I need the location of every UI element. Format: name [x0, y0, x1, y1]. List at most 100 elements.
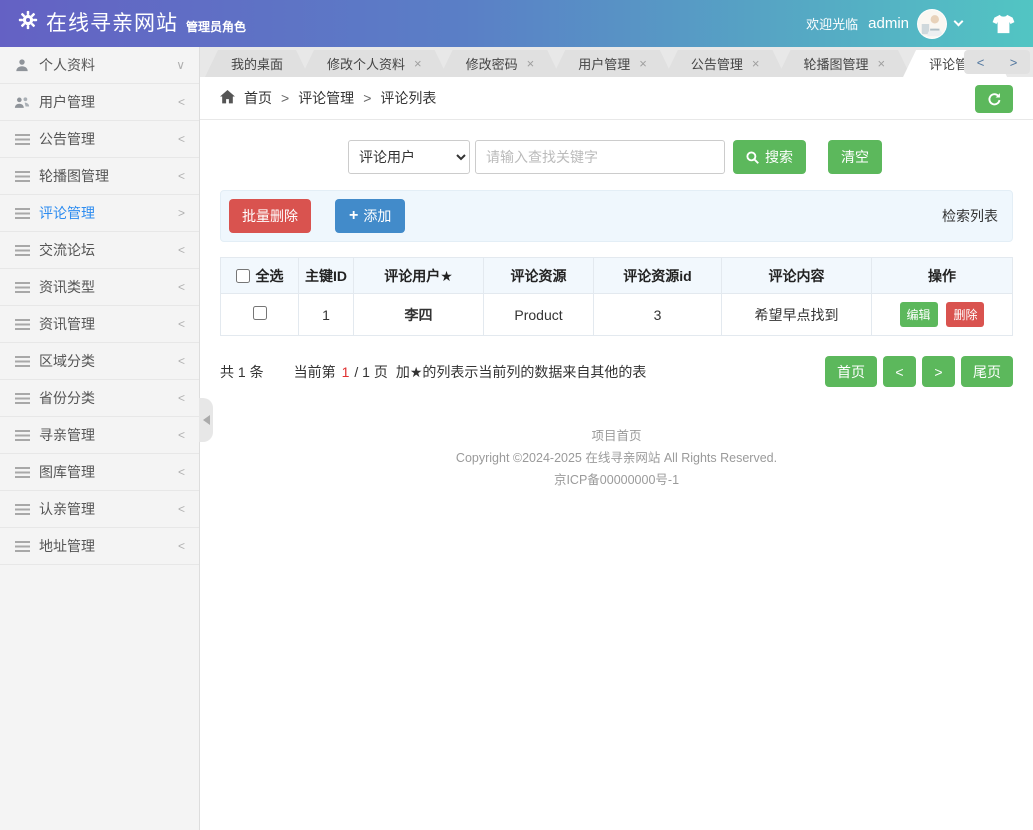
pagination-total: 共 1 条	[220, 363, 264, 380]
sidebar-item-label: 寻亲管理	[39, 427, 95, 443]
close-icon[interactable]: ×	[414, 57, 422, 70]
clear-button[interactable]: 清空	[828, 140, 882, 174]
sidebar-item-comment-mgmt[interactable]: 评论管理 >	[0, 195, 199, 232]
first-page-button[interactable]: 首页	[825, 356, 877, 387]
sidebar-item-family-search-mgmt[interactable]: 寻亲管理 <	[0, 417, 199, 454]
header-resource-id: 评论资源id	[593, 257, 722, 294]
search-icon	[746, 150, 759, 164]
tab-label: 轮播图管理	[803, 57, 869, 72]
site-footer: 项目首页 Copyright ©2024-2025 在线寻亲网站 All Rig…	[220, 425, 1013, 491]
breadcrumb-home[interactable]: 首页	[244, 88, 272, 108]
collapse-arrow-icon	[202, 415, 210, 425]
tab-label: 用户管理	[578, 57, 631, 72]
cell-resource-id: 3	[593, 293, 722, 336]
list-icon	[14, 170, 30, 182]
search-button-label: 搜索	[765, 149, 793, 165]
chevron-icon: <	[177, 354, 185, 368]
sidebar-collapse-handle[interactable]	[199, 398, 213, 442]
last-page-button[interactable]: 尾页	[961, 356, 1013, 387]
sidebar-item-gallery-mgmt[interactable]: 图库管理 <	[0, 454, 199, 491]
panel-title: 检索列表	[942, 208, 998, 224]
tab-my-desktop[interactable]: 我的桌面	[205, 50, 309, 77]
user-area: 欢迎光临 admin	[806, 8, 1015, 39]
brand: 在线寻亲网站 管理员角色	[18, 10, 246, 37]
gear-icon	[18, 10, 38, 35]
cell-id: 1	[298, 293, 354, 336]
pagination-current-prefix: 当前第	[293, 363, 336, 380]
tab-carousel-mgmt[interactable]: 轮播图管理 ×	[777, 50, 911, 77]
add-button[interactable]: + 添加	[335, 199, 406, 233]
sidebar-item-province-category[interactable]: 省份分类 <	[0, 380, 199, 417]
sidebar-item-address-mgmt[interactable]: 地址管理 <	[0, 528, 199, 565]
close-icon[interactable]: ×	[752, 57, 760, 70]
close-icon[interactable]: ×	[527, 57, 535, 70]
avatar[interactable]	[917, 8, 947, 39]
list-icon	[14, 281, 30, 293]
list-icon	[14, 429, 30, 441]
role-label: 管理员角色	[186, 20, 247, 34]
breadcrumb-section[interactable]: 评论管理	[298, 88, 354, 108]
refresh-button[interactable]	[975, 85, 1013, 113]
tab-user-mgmt[interactable]: 用户管理 ×	[552, 50, 673, 77]
sidebar-item-news-type[interactable]: 资讯类型 <	[0, 269, 199, 306]
chevron-icon: <	[177, 280, 185, 294]
next-page-button[interactable]: >	[922, 356, 955, 387]
tab-edit-profile[interactable]: 修改个人资料 ×	[301, 50, 448, 77]
chevron-icon: <	[177, 317, 185, 331]
chevron-icon: <	[177, 539, 185, 553]
search-form: 评论用户 搜索 清空	[348, 140, 1013, 174]
users-icon	[14, 96, 30, 109]
search-field-select[interactable]: 评论用户	[348, 140, 470, 174]
tab-scroll-left-icon[interactable]: <	[971, 55, 991, 70]
sidebar-item-carousel-mgmt[interactable]: 轮播图管理 <	[0, 158, 199, 195]
sidebar-item-label: 轮播图管理	[39, 168, 109, 184]
sidebar-item-region-category[interactable]: 区域分类 <	[0, 343, 199, 380]
header-id: 主键ID	[298, 257, 354, 294]
sidebar-item-forum[interactable]: 交流论坛 <	[0, 232, 199, 269]
breadcrumb-separator: >	[363, 90, 372, 106]
row-checkbox[interactable]	[252, 306, 267, 320]
tab-notice-mgmt[interactable]: 公告管理 ×	[665, 50, 786, 77]
header-comment-user: 评论用户★	[353, 257, 484, 294]
close-icon[interactable]: ×	[639, 57, 647, 70]
username[interactable]: admin	[868, 15, 909, 32]
page-body: 评论用户 搜索 清空 批量删除 + 添加 检	[200, 120, 1033, 830]
toolbar-panel: 批量删除 + 添加 检索列表	[220, 190, 1013, 242]
breadcrumb: 首页 > 评论管理 > 评论列表	[200, 77, 1033, 120]
select-all-checkbox[interactable]	[235, 268, 250, 283]
close-icon[interactable]: ×	[877, 57, 885, 70]
top-bar: 在线寻亲网站 管理员角色 欢迎光临 admin	[0, 0, 1033, 47]
sidebar-item-personal-info[interactable]: 个人资料 ∨	[0, 47, 199, 84]
batch-delete-button[interactable]: 批量删除	[229, 199, 311, 233]
sidebar-item-news-mgmt[interactable]: 资讯管理 <	[0, 306, 199, 343]
theme-tshirt-icon[interactable]	[992, 14, 1015, 34]
table-row: 1 李四 Product 3 希望早点找到 编辑 删除	[220, 293, 1013, 336]
prev-page-button[interactable]: <	[883, 356, 916, 387]
search-button[interactable]: 搜索	[733, 140, 806, 174]
chevron-down-icon[interactable]	[953, 16, 964, 27]
sidebar-item-recognition-mgmt[interactable]: 认亲管理 <	[0, 491, 199, 528]
list-icon	[14, 244, 30, 256]
footer-icp: 京ICP备00000000号-1	[553, 473, 680, 487]
sidebar: 个人资料 ∨ 用户管理 < 公告管理 < 轮播图管理 < 评论管理 > 交流论坛…	[0, 47, 213, 830]
tab-scroll-right-icon[interactable]: >	[1004, 55, 1024, 70]
edit-button[interactable]: 编辑	[899, 302, 938, 327]
footer-project-link[interactable]: 项目首页	[220, 425, 1013, 447]
sidebar-item-label: 区域分类	[39, 353, 95, 369]
cell-comment-user: 李四	[353, 293, 484, 336]
list-icon	[14, 318, 30, 330]
tab-change-password[interactable]: 修改密码 ×	[440, 50, 561, 77]
list-icon	[14, 503, 30, 515]
breadcrumb-page: 评论列表	[380, 90, 437, 106]
search-input[interactable]	[475, 140, 725, 174]
pagination-note: 加★的列表示当前列的数据来自其他的表	[395, 363, 647, 380]
sidebar-item-label: 用户管理	[39, 94, 95, 110]
sidebar-item-label: 资讯管理	[39, 316, 95, 332]
tab-bar: 我的桌面 修改个人资料 × 修改密码 × 用户管理 × 公告管理 × 轮播图管理…	[200, 47, 1033, 77]
chevron-icon: <	[177, 169, 185, 183]
header-label: 全选	[255, 267, 284, 284]
sidebar-item-user-mgmt[interactable]: 用户管理 <	[0, 84, 199, 121]
sidebar-item-notice-mgmt[interactable]: 公告管理 <	[0, 121, 199, 158]
delete-button[interactable]: 删除	[946, 302, 985, 327]
comments-table: 全选 主键ID 评论用户★ 评论资源 评论资源id 评论内容 操作 1 李四 P…	[220, 257, 1013, 336]
